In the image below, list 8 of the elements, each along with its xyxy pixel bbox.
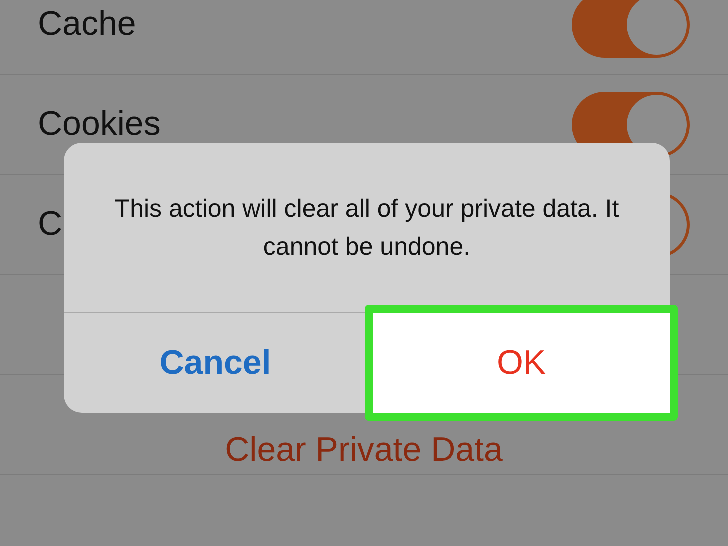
clear-private-data-button[interactable]: Clear Private Data (225, 425, 503, 476)
setting-label: Cookies (38, 104, 161, 145)
setting-label: Cache (38, 4, 136, 45)
ok-button[interactable]: OK (365, 305, 678, 421)
toggle-switch[interactable] (572, 0, 690, 58)
setting-label: C (38, 204, 63, 245)
dialog-message: This action will clear all of your private data. It cannot be undone. (114, 194, 620, 262)
cancel-button[interactable]: Cancel (64, 313, 367, 413)
